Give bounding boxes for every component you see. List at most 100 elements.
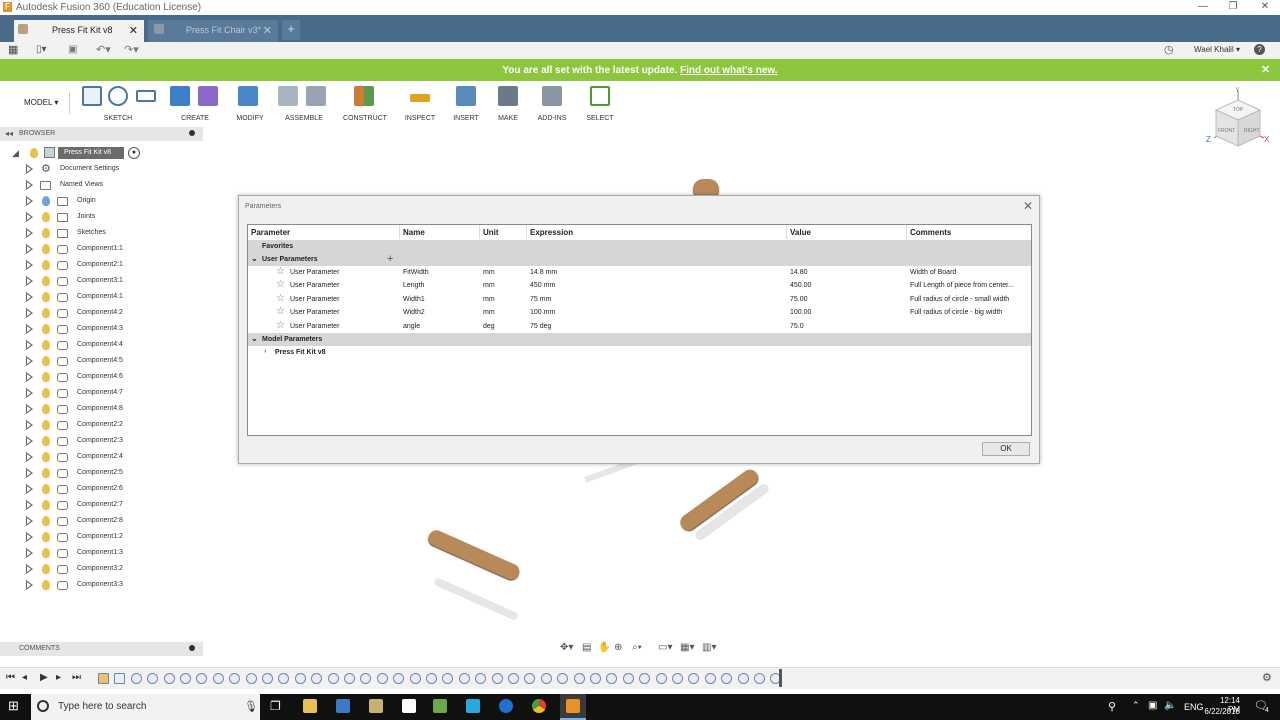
expand-triangle-icon[interactable] <box>26 340 33 350</box>
app-icon[interactable] <box>433 699 447 713</box>
timeline-feature-icon[interactable] <box>573 673 585 684</box>
browser-options-icon[interactable] <box>189 130 195 136</box>
timeline-feature-icon[interactable] <box>262 673 273 684</box>
viewports-icon[interactable]: ▥▾ <box>702 642 716 653</box>
fusion-taskbar-button[interactable] <box>560 694 586 720</box>
visibility-bulb-icon[interactable] <box>42 388 50 398</box>
clock-date[interactable]: 6/22/2018 <box>1204 707 1240 716</box>
chevron-down-icon[interactable]: ⌄ <box>251 334 258 343</box>
visibility-bulb-icon[interactable] <box>42 452 50 462</box>
browser-root[interactable]: ◢ Press Fit Kit v8 ● <box>0 145 200 161</box>
expand-triangle-icon[interactable] <box>26 404 33 414</box>
chevron-right-icon[interactable]: › <box>264 348 266 355</box>
parameter-row[interactable]: ☆ User Parameter Width2 mm 100 mm 100.00 Full … <box>248 306 1031 319</box>
timeline-feature-icon[interactable] <box>442 673 454 684</box>
browser-item[interactable]: Component1:3 <box>0 545 200 561</box>
timeline-feature-icon[interactable] <box>458 673 470 684</box>
parameter-row[interactable]: ☆ User Parameter FitWidth mm 14.8 mm 14.80 Wid… <box>248 266 1031 279</box>
data-panel-grid-icon[interactable]: ▦ <box>8 45 18 56</box>
dialog-close-icon[interactable]: ✕ <box>1023 199 1033 213</box>
line-icon[interactable] <box>108 86 128 106</box>
step-back-icon[interactable]: ◂ <box>22 672 27 683</box>
browser-item[interactable]: Component2:1 <box>0 257 200 273</box>
people-icon[interactable]: ⚲ <box>1108 700 1116 713</box>
expand-triangle-icon[interactable] <box>26 564 33 574</box>
timeline-feature-icon[interactable] <box>163 673 175 684</box>
expand-triangle-icon[interactable] <box>26 388 33 398</box>
joint-icon[interactable] <box>306 86 326 106</box>
rectangle-icon[interactable] <box>136 90 156 102</box>
expand-triangle-icon[interactable] <box>26 532 33 542</box>
visibility-bulb-icon[interactable] <box>42 436 50 446</box>
column-header-unit[interactable]: Unit <box>480 225 527 239</box>
timeline-feature-icon[interactable] <box>491 673 503 684</box>
expand-triangle-icon[interactable] <box>26 164 33 174</box>
expand-triangle-icon[interactable] <box>26 292 33 302</box>
look-at-icon[interactable]: ▤ <box>582 642 591 653</box>
sketch-group[interactable]: SKETCH <box>78 82 158 126</box>
make-group[interactable]: MAKE <box>490 82 526 126</box>
new-tab-button[interactable]: + <box>282 20 300 40</box>
visibility-bulb-icon[interactable] <box>42 580 50 590</box>
browser-item[interactable]: ⚙ Document Settings <box>0 161 200 177</box>
model-parameters-row[interactable]: ⌄ Model Parameters <box>248 333 1031 346</box>
app-icon[interactable] <box>466 699 480 713</box>
favorites-row[interactable]: Favorites <box>248 240 1031 253</box>
expand-triangle-icon[interactable] <box>26 580 33 590</box>
timeline-feature-icon[interactable] <box>655 673 667 684</box>
column-header-value[interactable]: Value <box>787 225 907 239</box>
column-header-comments[interactable]: Comments <box>907 225 1031 239</box>
file-explorer-icon[interactable] <box>303 699 317 713</box>
visibility-bulb-icon[interactable] <box>42 564 50 574</box>
visibility-bulb-icon[interactable] <box>42 340 50 350</box>
insert-image-icon[interactable] <box>456 86 476 106</box>
tab-press-fit-kit[interactable]: Press Fit Kit v8 ✕ <box>14 20 144 42</box>
add-parameter-button[interactable]: + <box>387 253 393 265</box>
browser-item[interactable]: Component4:6 <box>0 369 200 385</box>
visibility-bulb-icon[interactable] <box>42 276 50 286</box>
browser-item[interactable]: Component4:2 <box>0 305 200 321</box>
chevron-down-icon[interactable]: ⌄ <box>251 254 258 263</box>
go-to-end-icon[interactable]: ⏭ <box>72 672 81 683</box>
timeline-feature-icon[interactable] <box>409 673 421 684</box>
browser-item[interactable]: Component4:4 <box>0 337 200 353</box>
timeline-feature-icon[interactable] <box>98 673 109 684</box>
param-name-cell[interactable]: Width2 <box>403 309 425 316</box>
timeline-feature-icon[interactable] <box>672 673 683 684</box>
visibility-bulb-icon[interactable] <box>42 228 50 238</box>
job-status-icon[interactable]: ◷ <box>1164 43 1174 56</box>
timeline-feature-icon[interactable] <box>704 673 716 684</box>
visibility-bulb-icon[interactable] <box>42 212 50 222</box>
construct-group[interactable]: CONSTRUCT <box>338 82 392 126</box>
expand-triangle-icon[interactable] <box>26 212 33 222</box>
timeline-feature-icon[interactable] <box>557 673 569 684</box>
param-expression-cell[interactable]: 75 mm <box>530 296 551 303</box>
timeline-feature-icon[interactable] <box>311 673 323 684</box>
extrude-icon[interactable] <box>170 86 190 106</box>
tray-chevron-icon[interactable]: ⌃ <box>1132 700 1140 711</box>
timeline-feature-icon[interactable] <box>606 673 618 684</box>
user-parameters-row[interactable]: ⌄ User Parameters + <box>248 253 1031 266</box>
param-expression-cell[interactable]: 450 mm <box>530 282 555 289</box>
expand-triangle-icon[interactable] <box>26 452 33 462</box>
new-component-icon[interactable] <box>278 86 298 106</box>
addins-group[interactable]: ADD-INS <box>532 82 572 126</box>
browser-item[interactable]: Component3:3 <box>0 577 200 593</box>
visibility-bulb-icon[interactable] <box>42 308 50 318</box>
insert-group[interactable]: INSERT <box>448 82 484 126</box>
timeline-feature-icon[interactable] <box>393 673 405 684</box>
param-comment-cell[interactable]: Full radius of circle - big width <box>910 309 1002 316</box>
expand-triangle-icon[interactable] <box>26 356 33 366</box>
browser-item[interactable]: Joints <box>0 209 200 225</box>
browser-item[interactable]: Component2:7 <box>0 497 200 513</box>
favorite-star-icon[interactable]: ☆ <box>276 280 285 290</box>
press-pull-icon[interactable] <box>238 86 258 106</box>
expand-triangle-icon[interactable] <box>26 244 33 254</box>
timeline-feature-icon[interactable] <box>114 673 126 684</box>
grid-settings-icon[interactable]: ▦▾ <box>680 642 694 653</box>
timeline-feature-icon[interactable] <box>245 673 257 684</box>
expand-triangle-icon[interactable] <box>26 324 33 334</box>
comments-options-icon[interactable] <box>189 645 195 651</box>
param-name-cell[interactable]: angle <box>403 323 420 330</box>
expand-triangle-icon[interactable] <box>26 500 33 510</box>
